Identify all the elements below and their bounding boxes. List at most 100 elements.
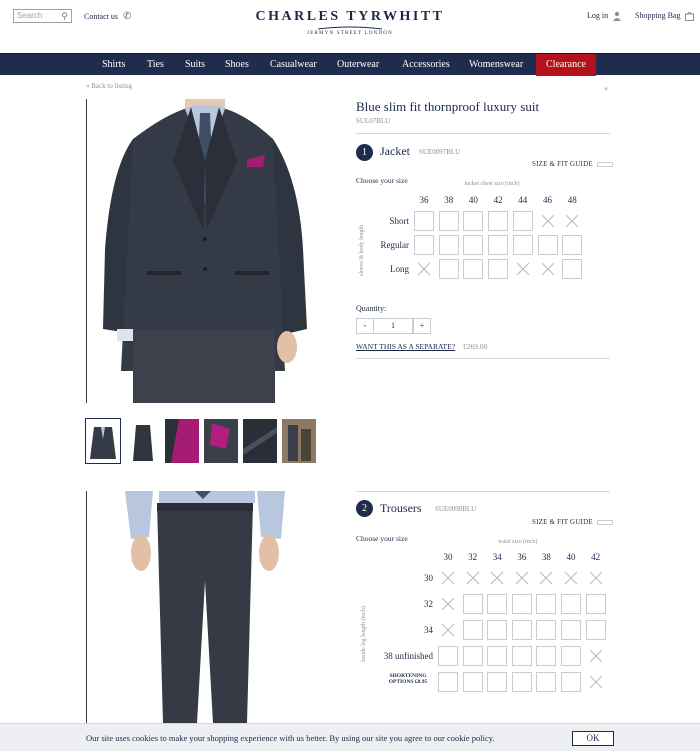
quantity-input[interactable]: 1 <box>373 318 413 334</box>
trousers-size-option[interactable] <box>536 672 557 692</box>
trousers-size-option[interactable] <box>462 646 483 666</box>
jacket-size-option[interactable] <box>488 211 509 231</box>
main-nav: Shirts Ties Suits Shoes Casualwear Outer… <box>0 53 700 76</box>
nav-item-suits[interactable]: Suits <box>185 54 205 76</box>
trousers-size-option[interactable] <box>487 672 508 692</box>
thumbnail-front[interactable] <box>85 418 121 464</box>
jacket-size-option[interactable] <box>414 235 434 255</box>
jacket-size-option[interactable] <box>537 235 558 255</box>
double-chevron-left-icon: « <box>86 82 90 90</box>
quantity-increment-button[interactable]: + <box>413 318 431 334</box>
trousers-size-option[interactable] <box>536 594 557 614</box>
trousers-size-option[interactable] <box>487 620 508 640</box>
jacket-row-label: Regular <box>380 240 410 250</box>
unavailable-x-icon <box>516 262 530 276</box>
trousers-size-option[interactable] <box>462 594 483 614</box>
jacket-size-option[interactable] <box>463 211 484 231</box>
thumbnail-back[interactable] <box>126 419 160 463</box>
nav-item-ties[interactable]: Ties <box>147 54 164 76</box>
trousers-size-option[interactable] <box>511 620 532 640</box>
nav-item-casualwear[interactable]: Casualwear <box>270 54 317 76</box>
quantity-label: Quantity: <box>356 304 387 313</box>
trousers-size-option[interactable] <box>511 672 532 692</box>
trousers-size-option[interactable] <box>438 646 458 666</box>
trousers-size-option[interactable] <box>561 620 581 640</box>
trousers-size-option[interactable] <box>511 646 532 666</box>
trousers-size-option[interactable] <box>585 620 606 640</box>
brand-subtitle: JERMYN STREET LONDON <box>307 31 393 36</box>
jacket-size-option[interactable] <box>438 259 459 279</box>
jacket-size-option[interactable] <box>463 235 484 255</box>
jacket-size-option[interactable] <box>463 259 484 279</box>
shopping-bag-link[interactable]: Shopping Bag <box>635 11 694 22</box>
thumbnail-fabric-detail[interactable] <box>243 419 277 463</box>
trousers-size-option[interactable] <box>438 672 458 692</box>
ruler-icon <box>596 161 613 167</box>
thumbnail-pocket-square[interactable] <box>204 419 238 463</box>
user-icon <box>613 11 622 22</box>
jacket-size-option[interactable] <box>512 235 533 255</box>
unavailable-x-icon <box>417 262 431 276</box>
trousers-size-option[interactable] <box>536 620 557 640</box>
cookie-ok-button[interactable]: OK <box>572 731 614 746</box>
divider <box>356 358 610 359</box>
thumbnail-lifestyle[interactable] <box>282 419 316 463</box>
trousers-size-guide-link[interactable]: SIZE & FIT GUIDE <box>532 518 613 526</box>
buy-separate-link[interactable]: WANT THIS AS A SEPARATE? <box>356 342 455 351</box>
jacket-size-option[interactable] <box>488 259 509 279</box>
thumbnail-fabric-icon <box>243 419 277 463</box>
bag-label: Shopping Bag <box>635 11 681 20</box>
thumbnail-lining[interactable] <box>165 419 199 463</box>
trousers-size-option[interactable] <box>511 594 532 614</box>
unavailable-x-icon <box>564 571 578 585</box>
jacket-col-header: 40 <box>468 195 478 205</box>
login-link[interactable]: Log in <box>587 11 622 22</box>
jacket-chest-axis-label: Jacket chest size (inch) <box>464 181 520 187</box>
trousers-image[interactable] <box>86 491 318 723</box>
nav-item-accessories[interactable]: Accessories <box>402 54 450 76</box>
trousers-size-option[interactable] <box>487 594 508 614</box>
suit-jacket-illustration <box>103 99 307 403</box>
trousers-size-option[interactable] <box>585 594 606 614</box>
jacket-size-option[interactable] <box>488 235 509 255</box>
nav-item-outerwear[interactable]: Outerwear <box>337 54 379 76</box>
ruler-icon <box>596 519 613 525</box>
trousers-col-header: 32 <box>468 552 478 562</box>
jacket-size-option[interactable] <box>562 235 583 255</box>
unavailable-x-icon <box>589 649 602 663</box>
trousers-size-option[interactable] <box>487 646 508 666</box>
trousers-size-option[interactable] <box>462 620 483 640</box>
back-to-listing-link[interactable]: « Back to listing <box>86 82 132 90</box>
back-label: Back to listing <box>91 82 133 90</box>
quantity-decrement-button[interactable]: - <box>356 318 374 334</box>
trousers-size-option[interactable] <box>561 594 581 614</box>
trousers-size-option[interactable] <box>462 672 483 692</box>
trousers-size-option[interactable] <box>561 646 581 666</box>
unavailable-x-icon <box>441 597 455 611</box>
nav-item-clearance[interactable]: Clearance <box>536 54 596 76</box>
trousers-row-label: 38 unfinished <box>383 651 433 661</box>
jacket-size-option[interactable] <box>438 211 459 231</box>
trousers-size-option[interactable] <box>561 672 581 692</box>
jacket-col-header: 44 <box>518 195 528 205</box>
jacket-col-header: 48 <box>567 195 577 205</box>
nav-item-shirts[interactable]: Shirts <box>102 54 125 76</box>
nav-item-womenswear[interactable]: Womenswear <box>469 54 523 76</box>
jacket-size-option[interactable] <box>438 235 459 255</box>
product-code: SUL07BLU <box>356 117 391 125</box>
jacket-size-option[interactable] <box>562 259 583 279</box>
divider <box>356 491 610 492</box>
jacket-size-option[interactable] <box>414 211 434 231</box>
divider <box>356 133 610 134</box>
size-guide-label: SIZE & FIT GUIDE <box>532 518 593 526</box>
nav-item-shoes[interactable]: Shoes <box>225 54 249 76</box>
product-main-image[interactable] <box>86 99 318 403</box>
site-header: Search ⚲ Contact us ✆ CHARLES TYRWHITT J… <box>0 0 700 53</box>
thumbnail-lifestyle-icon <box>282 419 316 463</box>
jacket-size-option[interactable] <box>512 211 533 231</box>
jacket-size-guide-link[interactable]: SIZE & FIT GUIDE <box>532 160 613 168</box>
trousers-code: SUE0098BLU <box>435 505 477 513</box>
trousers-size-option[interactable] <box>536 646 557 666</box>
collapse-panel-icon[interactable]: « <box>604 84 608 93</box>
unavailable-x-icon <box>441 623 455 637</box>
